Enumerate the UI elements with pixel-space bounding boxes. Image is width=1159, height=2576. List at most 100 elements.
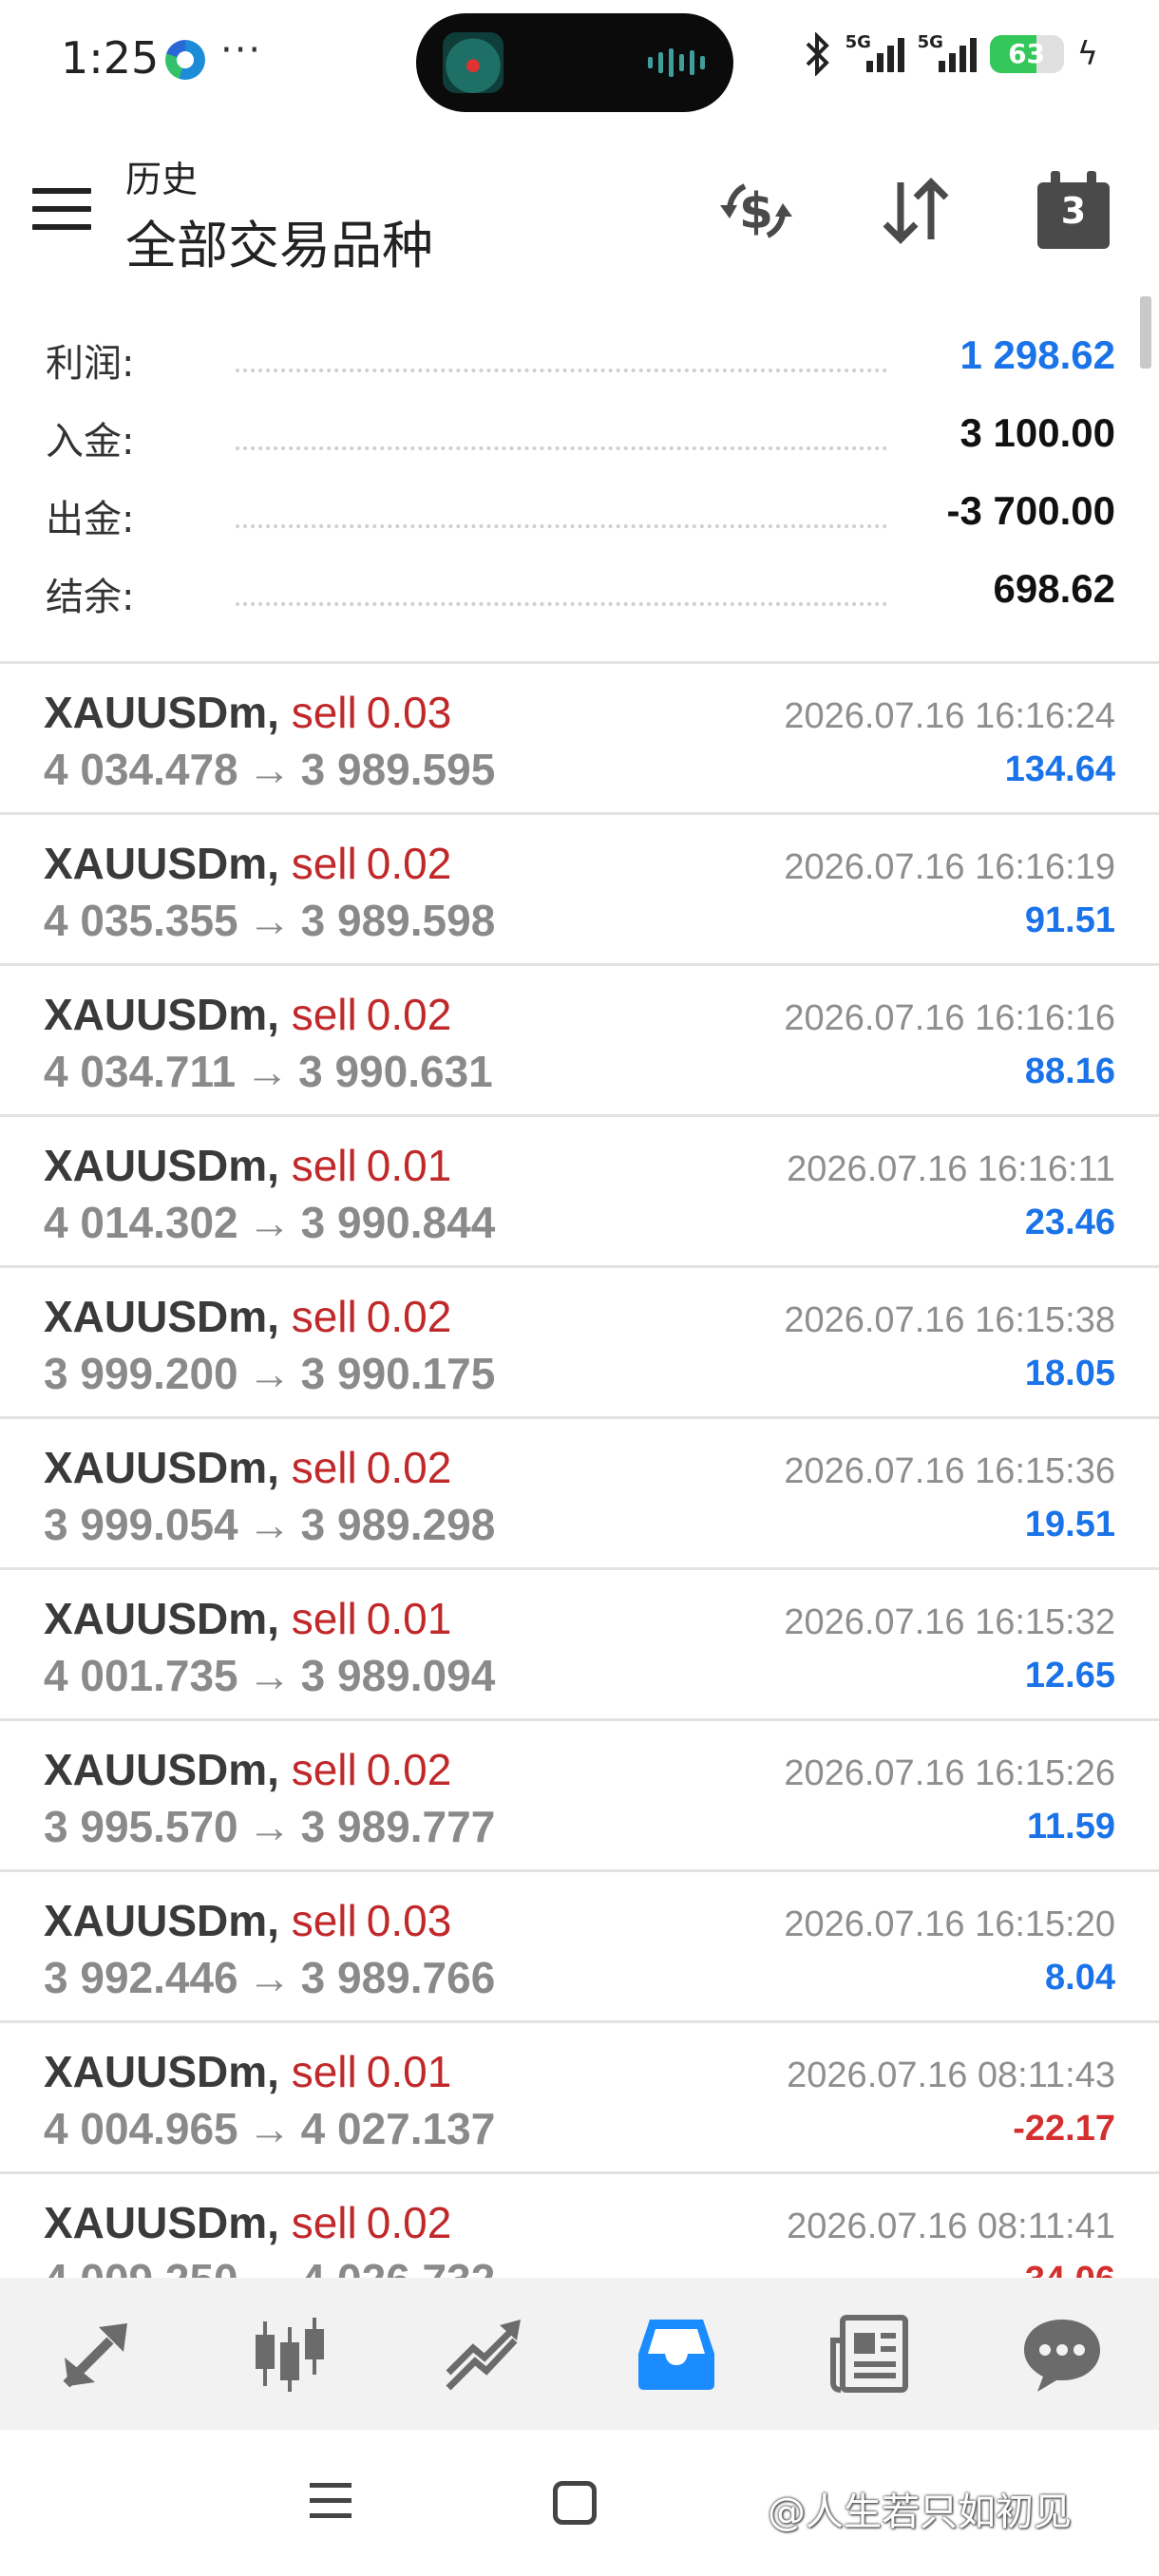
open-price: 4 009.250 xyxy=(44,2255,238,2278)
currency-exchange-button[interactable]: $ xyxy=(716,171,796,251)
deal-row[interactable]: XAUUSDm, sell 0.02 4 034.711 → 3 990.631 2026… xyxy=(0,966,1159,1117)
menu-icon[interactable] xyxy=(32,188,91,230)
deal-time: 2026.07.16 08:11:43 xyxy=(787,2055,1115,2095)
deal-title: XAUUSDm, sell 0.02 xyxy=(44,990,452,1039)
open-price: 3 992.446 xyxy=(44,1953,238,2002)
sort-button[interactable] xyxy=(876,171,956,251)
watermark: @人生若只如初见 xyxy=(768,2491,1072,2534)
summary-row-withdrawal: 出金: -3 700.00 xyxy=(46,488,1115,545)
tab-history[interactable] xyxy=(580,2278,772,2430)
arrow-right-icon: → xyxy=(245,1047,290,1096)
deal-prices: 4 001.735 → 3 989.094 xyxy=(44,1650,495,1701)
dotted-leader xyxy=(236,369,887,372)
deal-volume: 0.02 xyxy=(366,990,452,1039)
deal-row[interactable]: XAUUSDm, sell 0.03 3 992.446 → 3 989.766 2026… xyxy=(0,1872,1159,2023)
recents-button[interactable] xyxy=(310,2483,352,2523)
bluetooth-icon xyxy=(806,32,829,76)
deal-symbol: XAUUSDm xyxy=(44,990,268,1039)
calendar-icon: 3 xyxy=(1037,182,1110,249)
deal-symbol: XAUUSDm xyxy=(44,2047,268,2096)
deal-title: XAUUSDm, sell 0.03 xyxy=(44,1896,452,1945)
deal-row[interactable]: XAUUSDm, sell 0.02 4 035.355 → 3 989.598 2026… xyxy=(0,815,1159,966)
deal-row[interactable]: XAUUSDm, sell 0.02 3 995.570 → 3 989.777 2026… xyxy=(0,1721,1159,1872)
deal-row[interactable]: XAUUSDm, sell 0.02 3 999.200 → 3 990.175 2026… xyxy=(0,1268,1159,1419)
deal-row[interactable]: XAUUSDm, sell 0.01 4 004.965 → 4 027.137 2026… xyxy=(0,2023,1159,2174)
deal-volume: 0.02 xyxy=(366,839,452,888)
tab-chart[interactable] xyxy=(193,2278,386,2430)
summary-row-deposit: 入金: 3 100.00 xyxy=(46,410,1115,467)
dynamic-island[interactable] xyxy=(416,13,733,112)
deal-profit: -22.17 xyxy=(1013,2109,1115,2149)
deal-type: sell xyxy=(291,1594,357,1643)
calendar-button[interactable]: 3 xyxy=(1036,171,1115,251)
deal-volume: 0.03 xyxy=(366,1896,452,1945)
close-price: 3 990.631 xyxy=(298,1047,493,1096)
deal-prices: 3 999.200 → 3 990.175 xyxy=(44,1348,495,1399)
tab-chat[interactable] xyxy=(966,2278,1159,2430)
deal-prices: 4 034.478 → 3 989.595 xyxy=(44,744,495,795)
currency-exchange-icon: $ xyxy=(720,183,792,240)
deal-profit: 91.51 xyxy=(1024,900,1115,940)
arrow-right-icon: → xyxy=(247,745,292,794)
deal-time: 2026.07.16 16:16:24 xyxy=(784,696,1115,736)
dotted-leader xyxy=(236,602,887,606)
deal-time: 2026.07.16 16:15:20 xyxy=(784,1904,1115,1944)
deals-list[interactable]: XAUUSDm, sell 0.03 4 034.478 → 3 989.595 2026… xyxy=(0,661,1159,2278)
deal-row[interactable]: XAUUSDm, sell 0.01 4 014.302 → 3 990.844 2026… xyxy=(0,1117,1159,1268)
deal-symbol: XAUUSDm xyxy=(44,839,268,888)
media-app-icon xyxy=(443,32,504,93)
deal-title: XAUUSDm, sell 0.02 xyxy=(44,839,452,888)
open-price: 4 035.355 xyxy=(44,896,238,945)
deal-time: 2026.07.16 16:16:11 xyxy=(787,1149,1115,1189)
deal-prices: 4 035.355 → 3 989.598 xyxy=(44,895,495,946)
close-price: 3 989.598 xyxy=(300,896,496,945)
chart-icon xyxy=(255,2318,324,2392)
summary-panel: 利润: 1 298.62 入金: 3 100.00 出金: -3 700.00 … xyxy=(0,294,1159,663)
deal-volume: 0.02 xyxy=(366,1443,452,1492)
home-button[interactable] xyxy=(553,2481,597,2525)
deal-profit: 134.64 xyxy=(1004,749,1115,789)
deal-volume: 0.02 xyxy=(366,1745,452,1794)
arrow-right-icon: → xyxy=(248,2255,292,2278)
page-title: 历史 xyxy=(125,159,199,200)
summary-label: 结余: xyxy=(46,576,135,619)
deal-row[interactable]: XAUUSDm, sell 0.01 4 001.735 → 3 989.094 2026… xyxy=(0,1570,1159,1721)
trade-icon xyxy=(446,2320,522,2391)
tab-news[interactable] xyxy=(772,2278,965,2430)
deal-volume: 0.02 xyxy=(366,2198,452,2247)
quotes-icon xyxy=(63,2323,127,2388)
news-icon xyxy=(829,2315,908,2393)
deal-profit: 8.04 xyxy=(1045,1958,1115,1998)
deal-volume: 0.02 xyxy=(366,1292,452,1341)
deal-volume: 0.01 xyxy=(366,2047,452,2096)
open-price: 3 999.200 xyxy=(44,1349,238,1398)
deal-symbol: XAUUSDm xyxy=(44,1443,268,1492)
deal-profit: 23.46 xyxy=(1024,1203,1115,1242)
history-icon xyxy=(637,2320,714,2390)
deal-prices: 3 999.054 → 3 989.298 xyxy=(44,1499,495,1550)
deal-row[interactable]: XAUUSDm, sell 0.03 4 034.478 → 3 989.595 2026… xyxy=(0,664,1159,815)
deal-symbol: XAUUSDm xyxy=(44,1141,268,1190)
summary-label: 利润: xyxy=(46,342,135,386)
open-price: 4 034.478 xyxy=(44,745,238,794)
arrow-right-icon: → xyxy=(247,1500,292,1549)
open-price: 4 034.711 xyxy=(44,1047,237,1096)
deal-row[interactable]: XAUUSDm, sell0.02 4 009.250 → 4 026.732 2026… xyxy=(0,2174,1159,2278)
app-header: 历史 全部交易品种 $ 3 xyxy=(0,122,1159,294)
summary-row-profit: 利润: 1 298.62 xyxy=(46,332,1115,389)
charging-icon: ϟ xyxy=(1076,35,1098,73)
tab-quotes[interactable] xyxy=(0,2278,193,2430)
summary-label: 入金: xyxy=(46,420,135,464)
summary-label: 出金: xyxy=(46,498,135,541)
scrollbar[interactable] xyxy=(1140,296,1151,369)
deal-time: 2026.07.16 16:15:32 xyxy=(784,1602,1115,1642)
deal-row[interactable]: XAUUSDm, sell 0.02 3 999.054 → 3 989.298 2026… xyxy=(0,1419,1159,1570)
deal-time: 2026.07.16 16:15:36 xyxy=(784,1451,1115,1491)
tab-trade[interactable] xyxy=(387,2278,580,2430)
close-price: 3 989.094 xyxy=(300,1651,496,1700)
symbol-filter[interactable]: 全部交易品种 xyxy=(125,203,433,278)
deal-title: XAUUSDm, sell 0.01 xyxy=(44,1141,452,1190)
deal-type: sell xyxy=(291,1292,357,1341)
deal-time: 2026.07.16 16:16:19 xyxy=(784,847,1115,887)
deal-volume: 0.03 xyxy=(366,688,452,737)
